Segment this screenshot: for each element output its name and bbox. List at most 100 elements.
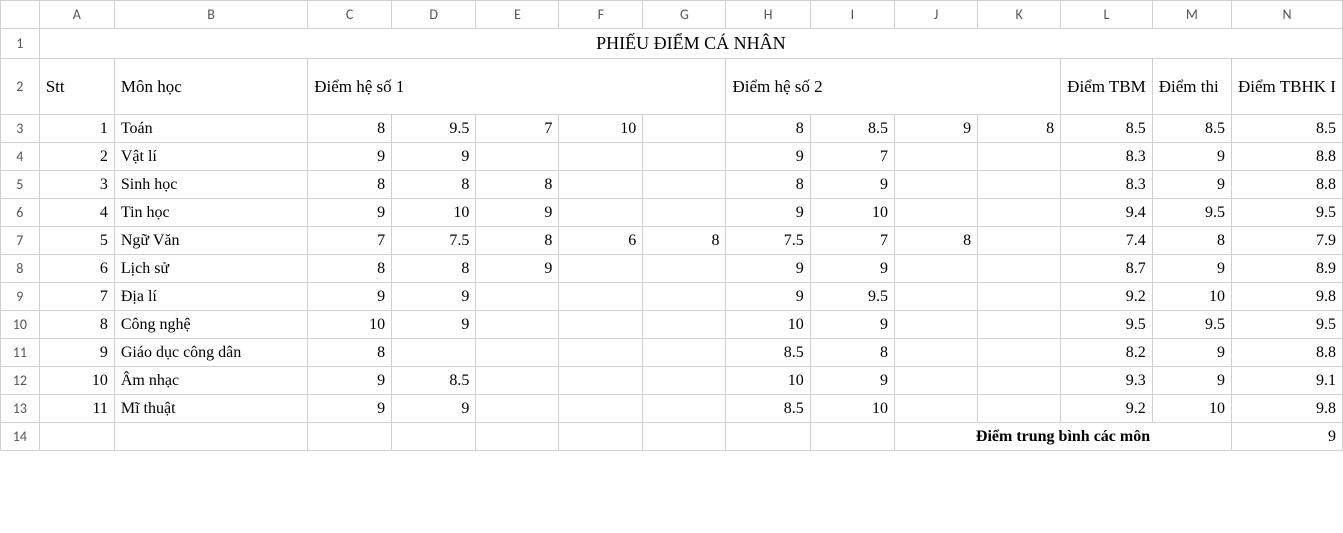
cell-h[interactable]: 8 [726, 115, 810, 143]
cell-empty[interactable] [114, 423, 307, 451]
cell-f[interactable] [559, 199, 643, 227]
cell-k[interactable] [978, 395, 1061, 423]
cell-l[interactable]: 7.4 [1061, 227, 1153, 255]
cell-empty[interactable] [392, 423, 476, 451]
cell-n[interactable]: 8.8 [1232, 143, 1343, 171]
cell-j[interactable]: 8 [895, 227, 978, 255]
header-monhoc[interactable]: Môn học [114, 59, 307, 115]
cell-i[interactable]: 9 [810, 255, 894, 283]
cell-i[interactable]: 7 [810, 227, 894, 255]
cell-k[interactable] [978, 199, 1061, 227]
header-diemtbhk[interactable]: Điểm TBHK I [1232, 59, 1343, 115]
col-header-G[interactable]: G [643, 1, 726, 29]
cell-c[interactable]: 8 [308, 339, 392, 367]
cell-l[interactable]: 8.3 [1061, 171, 1153, 199]
cell-stt[interactable]: 4 [39, 199, 114, 227]
cell-e[interactable] [476, 395, 559, 423]
col-header-B[interactable]: B [114, 1, 307, 29]
cell-m[interactable]: 9 [1152, 367, 1231, 395]
cell-l[interactable]: 8.3 [1061, 143, 1153, 171]
cell-g[interactable] [643, 311, 726, 339]
col-header-D[interactable]: D [392, 1, 476, 29]
cell-g[interactable] [643, 199, 726, 227]
col-header-L[interactable]: L [1061, 1, 1153, 29]
cell-c[interactable]: 9 [308, 283, 392, 311]
cell-h[interactable]: 10 [726, 311, 810, 339]
cell-i[interactable]: 9 [810, 367, 894, 395]
cell-f[interactable]: 6 [559, 227, 643, 255]
header-diemhe2[interactable]: Điểm hệ số 2 [726, 59, 1061, 115]
cell-k[interactable] [978, 255, 1061, 283]
cell-j[interactable] [895, 199, 978, 227]
cell-i[interactable]: 9.5 [810, 283, 894, 311]
cell-c[interactable]: 7 [308, 227, 392, 255]
cell-monhoc[interactable]: Sinh học [114, 171, 307, 199]
cell-j[interactable] [895, 171, 978, 199]
cell-d[interactable]: 8 [392, 255, 476, 283]
cell-monhoc[interactable]: Tin học [114, 199, 307, 227]
cell-h[interactable]: 10 [726, 367, 810, 395]
cell-l[interactable]: 9.4 [1061, 199, 1153, 227]
cell-monhoc[interactable]: Ngữ Văn [114, 227, 307, 255]
cell-stt[interactable]: 3 [39, 171, 114, 199]
cell-j[interactable] [895, 395, 978, 423]
row-header-8[interactable]: 8 [1, 255, 40, 283]
cell-j[interactable]: 9 [895, 115, 978, 143]
col-header-H[interactable]: H [726, 1, 810, 29]
cell-m[interactable]: 8.5 [1152, 115, 1231, 143]
cell-monhoc[interactable]: Địa lí [114, 283, 307, 311]
cell-d[interactable] [392, 339, 476, 367]
cell-k[interactable] [978, 367, 1061, 395]
footer-value[interactable]: 9 [1232, 423, 1343, 451]
cell-e[interactable]: 8 [476, 227, 559, 255]
row-header-1[interactable]: 1 [1, 29, 40, 59]
cell-g[interactable]: 8 [643, 227, 726, 255]
cell-g[interactable] [643, 339, 726, 367]
row-header-11[interactable]: 11 [1, 339, 40, 367]
cell-l[interactable]: 8.2 [1061, 339, 1153, 367]
cell-empty[interactable] [643, 423, 726, 451]
cell-m[interactable]: 9 [1152, 171, 1231, 199]
row-header-12[interactable]: 12 [1, 367, 40, 395]
cell-f[interactable] [559, 311, 643, 339]
cell-monhoc[interactable]: Toán [114, 115, 307, 143]
cell-h[interactable]: 8.5 [726, 339, 810, 367]
col-header-F[interactable]: F [559, 1, 643, 29]
cell-f[interactable] [559, 339, 643, 367]
row-header-13[interactable]: 13 [1, 395, 40, 423]
cell-i[interactable]: 9 [810, 171, 894, 199]
cell-m[interactable]: 9 [1152, 143, 1231, 171]
cell-m[interactable]: 9 [1152, 339, 1231, 367]
col-header-E[interactable]: E [476, 1, 559, 29]
cell-g[interactable] [643, 283, 726, 311]
cell-empty[interactable] [39, 423, 114, 451]
cell-n[interactable]: 7.9 [1232, 227, 1343, 255]
cell-f[interactable] [559, 171, 643, 199]
header-diemtbm[interactable]: Điểm TBM [1061, 59, 1153, 115]
cell-empty[interactable] [476, 423, 559, 451]
cell-g[interactable] [643, 367, 726, 395]
cell-i[interactable]: 9 [810, 311, 894, 339]
cell-j[interactable] [895, 367, 978, 395]
cell-f[interactable] [559, 283, 643, 311]
cell-d[interactable]: 10 [392, 199, 476, 227]
cell-e[interactable]: 9 [476, 255, 559, 283]
row-header-5[interactable]: 5 [1, 171, 40, 199]
cell-l[interactable]: 9.5 [1061, 311, 1153, 339]
cell-empty[interactable] [726, 423, 810, 451]
cell-j[interactable] [895, 283, 978, 311]
cell-c[interactable]: 8 [308, 255, 392, 283]
header-diemthi[interactable]: Điểm thi [1152, 59, 1231, 115]
cell-d[interactable]: 9.5 [392, 115, 476, 143]
cell-d[interactable]: 8.5 [392, 367, 476, 395]
cell-f[interactable] [559, 367, 643, 395]
corner-cell[interactable] [1, 1, 40, 29]
cell-monhoc[interactable]: Vật lí [114, 143, 307, 171]
col-header-K[interactable]: K [978, 1, 1061, 29]
cell-l[interactable]: 9.2 [1061, 283, 1153, 311]
row-header-6[interactable]: 6 [1, 199, 40, 227]
cell-k[interactable] [978, 171, 1061, 199]
col-header-A[interactable]: A [39, 1, 114, 29]
cell-stt[interactable]: 2 [39, 143, 114, 171]
cell-d[interactable]: 9 [392, 283, 476, 311]
